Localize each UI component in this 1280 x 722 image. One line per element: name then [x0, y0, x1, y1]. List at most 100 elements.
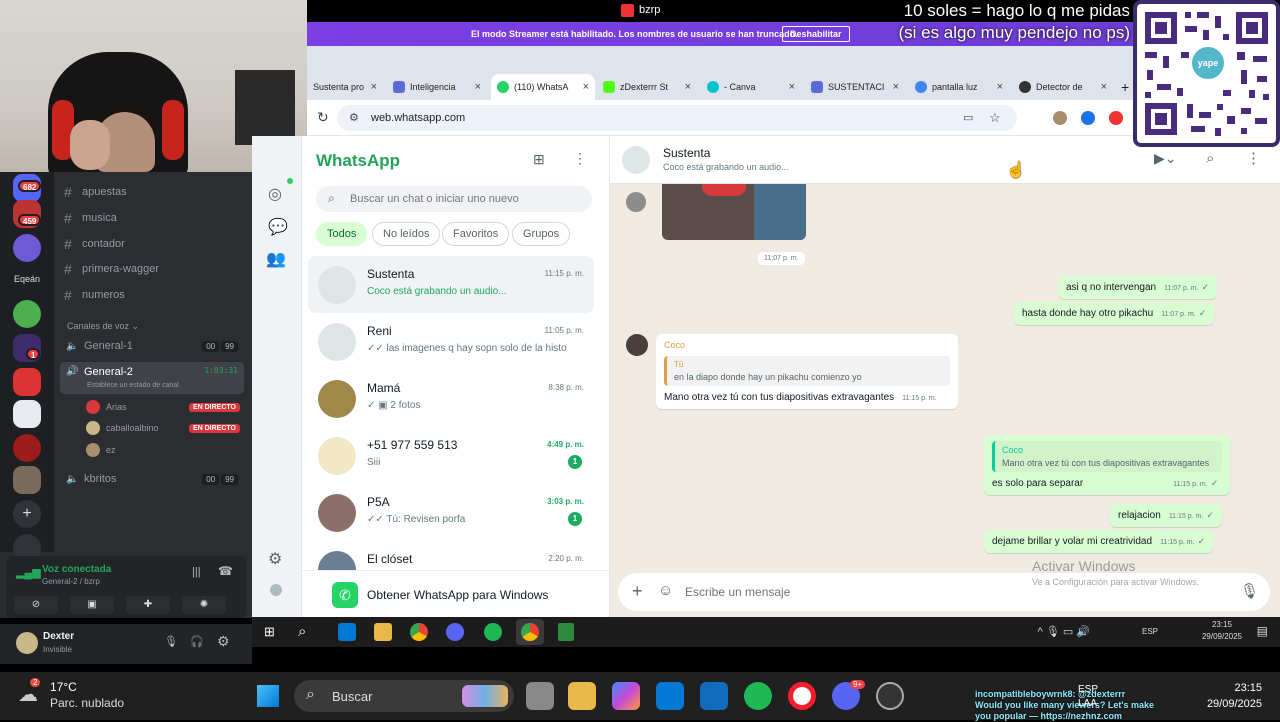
disconnect-icon[interactable]: ☎	[218, 564, 233, 578]
camera-off-button[interactable]: ⊘	[14, 596, 58, 614]
voice-user[interactable]: ez	[86, 441, 240, 459]
tray-icons[interactable]: ^ 🎙 ▭ 🔊	[1038, 625, 1090, 638]
close-icon[interactable]: ×	[371, 81, 377, 93]
server-icon[interactable]	[13, 300, 41, 328]
language-indicator[interactable]: ESP	[1142, 627, 1158, 636]
gear-icon[interactable]: ⚙	[217, 633, 230, 650]
clock-time[interactable]: 23:15	[1212, 620, 1232, 629]
channel-musica[interactable]: # musica	[64, 208, 117, 228]
spotify-app-icon[interactable]	[744, 682, 772, 710]
soundboard-button[interactable]: ✺	[182, 596, 226, 614]
image-message[interactable]	[662, 184, 806, 240]
file-explorer-icon[interactable]	[568, 682, 596, 710]
windows-start-icon[interactable]: ⊞	[264, 624, 275, 640]
close-icon[interactable]: ×	[475, 81, 481, 93]
calculator-app-icon[interactable]	[558, 623, 574, 641]
add-server-icon[interactable]: +	[13, 500, 41, 528]
voice-channel-general-1[interactable]: 🔈 General-1 00 99	[60, 335, 244, 357]
server-icon[interactable]	[13, 466, 41, 494]
headphones-icon[interactable]: 🎧	[190, 635, 204, 648]
outgoing-message[interactable]: hasta donde hay otro pikachu 11:07 p. m. ✓	[1014, 302, 1215, 325]
video-call-icon[interactable]: ▶︎⌄	[1154, 150, 1177, 167]
bookmark-star-icon[interactable]: ☆	[989, 110, 1001, 126]
profile-icon[interactable]	[270, 584, 282, 596]
language-indicator[interactable]: ESP	[1078, 684, 1098, 695]
chat-item-sustenta[interactable]: Sustenta 11:15 p. m. Coco está grabando …	[308, 256, 594, 313]
channel-apuestas[interactable]: # apuestas	[64, 182, 127, 202]
chat-item-phone[interactable]: +51 977 559 513 4:49 p. m. Siii 1	[308, 427, 594, 484]
filter-favoritos[interactable]: Favoritos	[442, 222, 510, 246]
voice-channel-general-2[interactable]: 🔊 General-2 1:03:31 Establece un estado …	[60, 362, 244, 394]
search-icon[interactable]: ⌕	[1206, 150, 1214, 167]
close-icon[interactable]: ×	[997, 81, 1003, 93]
attach-plus-icon[interactable]: +	[632, 581, 643, 602]
emoji-icon[interactable]: ☺	[658, 582, 673, 599]
filter-grupos[interactable]: Grupos	[512, 222, 571, 246]
close-icon[interactable]: ×	[685, 81, 691, 93]
keyboard-layout[interactable]: LAA	[1078, 698, 1097, 709]
browser-tab[interactable]: Inteligencia ×	[387, 74, 487, 100]
site-info-icon[interactable]: ⚙	[349, 111, 359, 124]
profile-avatar[interactable]	[1053, 111, 1067, 125]
channels-icon[interactable]: 💬	[268, 217, 288, 237]
browser-tab[interactable]: SUSTENTACI ×	[805, 74, 905, 100]
chat-search[interactable]: ⌕	[316, 186, 592, 212]
server-icon[interactable]	[13, 400, 41, 428]
taskbar-search[interactable]: ⌕ Buscar	[294, 680, 514, 712]
voice-channel-kbritos[interactable]: 🔈 kbritos 00 99	[60, 468, 244, 490]
chat-search-input[interactable]	[350, 186, 580, 212]
browser-tab[interactable]: - Canva ×	[701, 74, 801, 100]
channel-primera-wagger[interactable]: # primera-wagger	[64, 259, 159, 279]
chrome-app-icon[interactable]	[521, 623, 539, 641]
store-app-icon[interactable]	[656, 682, 684, 710]
channel-contador[interactable]: # contador	[64, 234, 125, 254]
task-view-icon[interactable]	[526, 682, 554, 710]
filter-no-leidos[interactable]: No leídos	[372, 222, 441, 246]
notifications-icon[interactable]: ▤	[1257, 624, 1268, 638]
settings-gear-icon[interactable]: ⚙	[268, 549, 282, 569]
browser-tab[interactable]: pantalla luz ×	[909, 74, 1009, 100]
server-icon[interactable]	[13, 434, 41, 462]
outgoing-message[interactable]: asi q no intervengan 11:07 p. m. ✓	[1058, 276, 1218, 299]
browser-tab[interactable]: Detector de ×	[1013, 74, 1113, 100]
copilot-icon[interactable]	[612, 682, 640, 710]
microphone-icon[interactable]: 🎙	[1240, 582, 1259, 600]
group-avatar[interactable]	[622, 146, 650, 174]
obs-app-icon[interactable]	[876, 682, 904, 710]
status-icon[interactable]: ◎	[268, 184, 282, 204]
activities-button[interactable]: ✚	[126, 596, 170, 614]
filter-todos[interactable]: Todos	[316, 222, 368, 246]
browser-tab[interactable]: zDexterrr St ×	[597, 74, 697, 100]
menu-dots-icon[interactable]: ⋮	[1246, 149, 1261, 167]
discord-app-icon[interactable]	[446, 623, 464, 641]
screen-share-button[interactable]: ▣	[70, 596, 114, 614]
disable-streamer-button[interactable]: Deshabilitar	[782, 26, 850, 42]
store-app-icon[interactable]	[338, 623, 356, 641]
quoted-message[interactable]: Coco Mano otra vez tú con tus diapositiv…	[992, 441, 1222, 472]
get-whatsapp-windows-banner[interactable]: ✆ Obtener WhatsApp para Windows	[302, 570, 609, 617]
noise-suppression-icon[interactable]: |||	[192, 566, 201, 578]
close-icon[interactable]: ×	[1101, 81, 1107, 93]
new-chat-icon[interactable]: ⊞	[533, 151, 545, 168]
weather-widget[interactable]: ☁ 2 17°C Parc. nublado	[18, 678, 158, 714]
file-explorer-icon[interactable]	[374, 623, 392, 641]
new-tab-button[interactable]: +	[1115, 74, 1133, 100]
install-app-icon[interactable]: ▭	[963, 111, 973, 124]
chat-item-reni[interactable]: Reni 11:05 p. m. ✓✓ las imagenes q hay s…	[308, 313, 594, 370]
search-icon[interactable]: ⌕	[298, 623, 306, 640]
communities-icon[interactable]: 👥	[266, 249, 286, 269]
browser-tab-active[interactable]: (110) WhatsA ×	[491, 74, 595, 100]
chrome-app-icon[interactable]	[410, 623, 428, 641]
close-icon[interactable]: ×	[789, 81, 795, 93]
quoted-message[interactable]: Tú en la diapo donde hay un pikachu comi…	[664, 356, 950, 386]
outgoing-message[interactable]: Coco Mano otra vez tú con tus diapositiv…	[984, 435, 1230, 495]
voice-user[interactable]: caballoalbino EN DIRECTO	[86, 419, 240, 437]
close-icon[interactable]: ×	[583, 81, 589, 93]
close-icon[interactable]: ×	[893, 81, 899, 93]
outgoing-message[interactable]: dejame brillar y volar mi creatrividad 11…	[984, 530, 1214, 553]
chat-item-p5a[interactable]: P5A 3:03 p. m. ✓✓ Tú: Revisen porfa 1	[308, 484, 594, 541]
address-bar[interactable]: ⚙ web.whatsapp.com ☆ ▭	[337, 105, 1017, 131]
extension-icon[interactable]	[1081, 111, 1095, 125]
avatar[interactable]	[16, 632, 38, 654]
clock[interactable]: 23:15 29/09/2025	[1207, 680, 1262, 712]
